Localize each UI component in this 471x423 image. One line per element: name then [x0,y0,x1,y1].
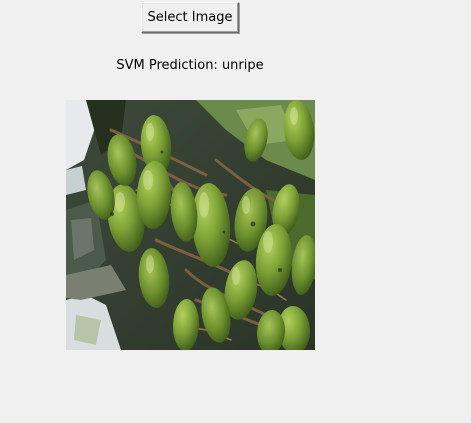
select-image-button[interactable]: Select Image [141,2,239,33]
mango-photo [66,100,315,350]
prediction-label: SVM Prediction: unripe [116,58,264,73]
